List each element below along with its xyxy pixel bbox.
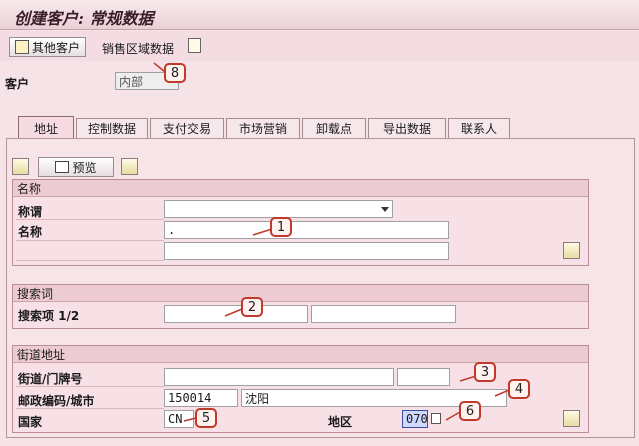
house-number-input[interactable]: [397, 368, 450, 386]
salutation-label: 称谓: [18, 205, 43, 219]
search-term-label: 搜索项 1/2: [18, 309, 80, 323]
window-title: 创建客户: 常规数据: [14, 9, 154, 28]
application-toolbar: [0, 31, 639, 61]
more-fields-icon[interactable]: [563, 242, 580, 259]
salutation-dropdown[interactable]: [164, 200, 393, 218]
callout-5: 5: [195, 408, 217, 428]
tab-export-data[interactable]: 导出数据: [368, 118, 446, 138]
region-input[interactable]: 070: [402, 410, 428, 428]
callout-8: 8: [164, 63, 186, 83]
country-label: 国家: [18, 415, 43, 429]
callout-3: 3: [474, 362, 496, 382]
postal-city-label: 邮政编码/城市: [18, 394, 95, 408]
search-term2-input[interactable]: [311, 305, 456, 323]
street-address-title: 街道地址: [13, 346, 588, 363]
tab-payment-transactions[interactable]: 支付交易: [150, 118, 224, 138]
callout-6: 6: [459, 401, 481, 421]
name1-input[interactable]: .: [164, 221, 449, 239]
document-icon[interactable]: [188, 38, 201, 53]
more-fields-icon[interactable]: [563, 410, 580, 427]
collapse-icon[interactable]: [12, 158, 29, 175]
region-label: 地区: [328, 415, 353, 429]
country-input[interactable]: CN: [164, 410, 194, 428]
search-term1-input[interactable]: [164, 305, 308, 323]
customer-icon: [15, 40, 29, 54]
name-group-title: 名称: [13, 180, 588, 197]
tab-marketing[interactable]: 市场营销: [226, 118, 300, 138]
row-divider: [16, 386, 164, 387]
row-divider: [16, 260, 164, 261]
name-label: 名称: [18, 225, 43, 239]
callout-2: 2: [241, 297, 263, 317]
tab-address[interactable]: 地址: [18, 116, 74, 139]
tab-control-data[interactable]: 控制数据: [76, 118, 148, 138]
search-help-icon[interactable]: [431, 413, 441, 424]
postal-code-input[interactable]: 150014: [164, 389, 238, 407]
customer-label: 客户: [5, 77, 30, 91]
chevron-down-icon: [381, 207, 389, 212]
tab-contact-persons[interactable]: 联系人: [448, 118, 510, 138]
sales-area-data-button[interactable]: 销售区域数据: [102, 40, 174, 57]
row-divider: [16, 219, 164, 220]
preview-button[interactable]: 预览: [38, 157, 114, 177]
search-terms-title: 搜索词: [13, 285, 588, 302]
row-divider: [16, 240, 164, 241]
printer-icon: [55, 161, 70, 173]
callout-1: 1: [270, 217, 292, 237]
international-version-icon[interactable]: [121, 158, 138, 175]
other-customer-button[interactable]: 其他客户: [9, 37, 87, 57]
name2-input[interactable]: [164, 242, 449, 260]
street-label: 街道/门牌号: [18, 372, 83, 386]
row-divider: [16, 408, 164, 409]
tab-unloading-points[interactable]: 卸载点: [302, 118, 366, 138]
street-input[interactable]: [164, 368, 394, 386]
callout-4: 4: [508, 379, 530, 399]
